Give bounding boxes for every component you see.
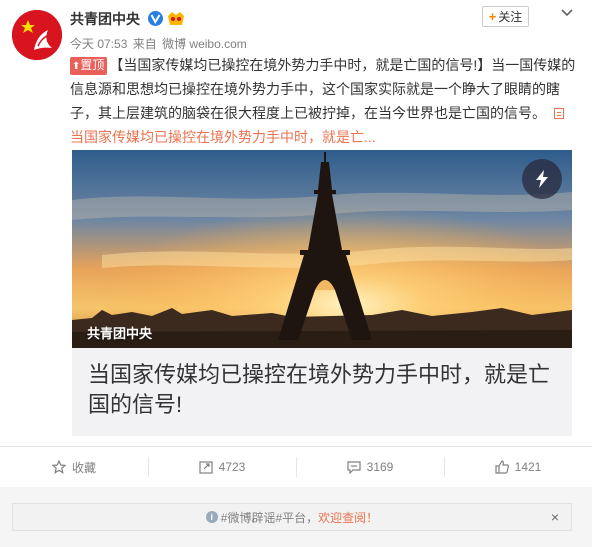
notice-area: i #微博辟谣# 平台， 欢迎查阅！ × bbox=[0, 487, 592, 547]
notice-welcome: 欢迎查阅！ bbox=[318, 510, 379, 525]
post-body: 【当国家传媒均已操控在境外势力手中时，就是亡国的信号!】当一国传媒的信息源和思想… bbox=[70, 57, 576, 121]
post-meta: 今天 07:53 来自 微博 weibo.com bbox=[70, 35, 249, 52]
repost-icon bbox=[199, 461, 213, 474]
article-title[interactable]: 当国家传媒均已操控在境外势力手中时，就是亡国的信号! bbox=[88, 360, 560, 420]
plus-icon: + bbox=[488, 9, 497, 24]
avatar[interactable] bbox=[12, 10, 62, 60]
repost-count: 4723 bbox=[218, 460, 246, 474]
action-bar: 收藏 4723 3169 1421 bbox=[0, 446, 592, 488]
source-prefix: 来自 bbox=[132, 37, 157, 51]
favorite-button[interactable]: 收藏 bbox=[0, 447, 148, 487]
author-name[interactable]: 共青团中央 bbox=[70, 9, 140, 29]
article-icon bbox=[554, 108, 564, 119]
flash-button[interactable] bbox=[522, 159, 562, 199]
image-source-label: 共青团中央 bbox=[87, 326, 153, 341]
follow-button[interactable]: + 关注 bbox=[482, 6, 529, 27]
post-source[interactable]: 微博 weibo.com bbox=[162, 37, 247, 51]
pinned-badge: ⬆置顶 bbox=[70, 57, 108, 75]
article-cover-image[interactable] bbox=[72, 150, 572, 348]
pinned-label: 置顶 bbox=[80, 58, 105, 72]
notice-text: 平台， bbox=[282, 510, 319, 525]
info-icon: i bbox=[205, 511, 218, 523]
chevron-down-icon[interactable] bbox=[560, 6, 574, 20]
follow-label: 关注 bbox=[498, 10, 523, 24]
verified-icon bbox=[148, 11, 163, 26]
comment-count: 3169 bbox=[366, 460, 394, 474]
article-link-text: 当国家传媒均已操控在境外势力手中时，就是亡... bbox=[70, 129, 376, 145]
close-icon[interactable]: × bbox=[551, 510, 559, 524]
comment-button[interactable]: 3169 bbox=[296, 447, 444, 487]
comment-icon bbox=[347, 461, 361, 474]
post-time[interactable]: 今天 07:53 bbox=[70, 37, 127, 51]
star-icon bbox=[51, 460, 66, 474]
article-card[interactable]: 共青团中央 当国家传媒均已操控在境外势力手中时，就是亡国的信号! bbox=[72, 150, 572, 436]
thumb-up-icon bbox=[495, 460, 509, 474]
post-text: ⬆置顶 【当国家传媒均已操控在境外势力手中时，就是亡国的信号!】当一国传媒的信息源… bbox=[70, 53, 576, 149]
notice-tag[interactable]: #微博辟谣# bbox=[221, 509, 282, 526]
favorite-label: 收藏 bbox=[71, 460, 96, 475]
like-button[interactable]: 1421 bbox=[444, 447, 592, 487]
repost-button[interactable]: 4723 bbox=[148, 447, 296, 487]
bolt-icon bbox=[536, 170, 548, 188]
like-count: 1421 bbox=[514, 460, 542, 474]
rumor-notice: i #微博辟谣# 平台， 欢迎查阅！ × bbox=[12, 503, 572, 531]
vip-icon[interactable] bbox=[166, 10, 186, 27]
